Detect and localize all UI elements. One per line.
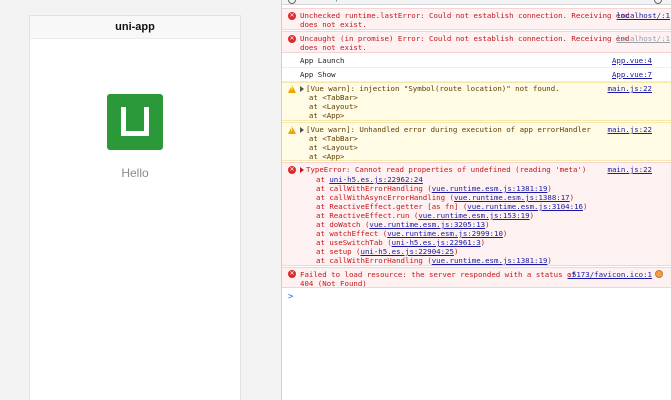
console-message-error: ✕ TypeError: Cannot read properties of u…: [282, 162, 671, 266]
source-link[interactable]: App.vue:4: [612, 56, 652, 65]
stack-frame-end: ): [485, 220, 490, 229]
stack-frame-function: at callWithAsyncErrorHandling (: [316, 193, 454, 202]
stack-frame: at uni-h5.es.js:22962:24: [316, 175, 423, 184]
stack-frame-link[interactable]: vue.runtime.esm.js:3104:16: [467, 202, 583, 211]
message-line: at <App>: [300, 111, 345, 120]
stack-frame: at setup (uni-h5.es.js:22904:25): [316, 247, 458, 256]
network-warning-icon[interactable]: [655, 270, 663, 278]
error-icon: ✕: [288, 166, 296, 174]
message-line: at <Layout>: [300, 102, 358, 111]
settings-gear-icon[interactable]: [654, 0, 662, 4]
phone-frame: uni-app Hello: [29, 15, 241, 400]
stack-frame-end: ): [502, 229, 508, 238]
console-message-log: App Show App.vue:7: [282, 68, 671, 82]
devtools-console: top ... ✕ Unchecked runtime.lastError: C…: [281, 0, 671, 400]
message-line: 404 (Not Found): [300, 279, 367, 288]
hello-text: Hello: [121, 166, 149, 180]
logo-u-shape: [121, 107, 149, 136]
stack-frame-function: at useSwitchTab (: [316, 238, 392, 247]
source-link[interactable]: localhost/:1: [617, 34, 670, 43]
message-line: Uncaught (in promise) Error: Could not e…: [300, 34, 630, 43]
console-message-error: ✕ Uncaught (in promise) Error: Could not…: [282, 31, 671, 53]
stack-frame-link[interactable]: vue.runtime.esm.js:1381:19: [432, 256, 548, 265]
message-line: does not exist.: [300, 43, 367, 52]
message-line: Failed to load resource: the server resp…: [300, 270, 576, 279]
stack-frame-link[interactable]: uni-h5.es.js:22904:25: [361, 247, 454, 256]
stack-frame-end: ): [480, 238, 486, 247]
stack-frame-end: ): [569, 193, 575, 202]
stack-frame-function: at ReactiveEffect.getter [as fn] (: [316, 202, 468, 211]
stack-frame: at callWithErrorHandling (vue.runtime.es…: [316, 256, 552, 265]
stack-frame-link[interactable]: vue.runtime.esm.js:1381:19: [432, 184, 548, 193]
message-line: does not exist.: [300, 20, 367, 29]
stack-frame-end: ): [547, 256, 552, 265]
stack-frame: at watchEffect (vue.runtime.esm.js:2999:…: [316, 229, 507, 238]
message-line: App Launch: [300, 56, 345, 65]
expand-triangle-icon[interactable]: [300, 167, 304, 173]
stack-frame-function: at ReactiveEffect.run (: [316, 211, 419, 220]
stack-frame-function: at setup (: [316, 247, 361, 256]
stack-frame: at ReactiveEffect.run (vue.runtime.esm.j…: [316, 211, 534, 220]
message-line: at <TabBar>: [300, 93, 358, 102]
stack-frame-function: at callWithErrorHandling (: [316, 184, 432, 193]
stack-frame: at useSwitchTab (uni-h5.es.js:22961:3): [316, 238, 485, 247]
stack-frame-end: ): [529, 211, 535, 220]
error-icon: ✕: [288, 12, 296, 20]
warning-icon: !: [288, 126, 296, 134]
nav-title: uni-app: [115, 21, 155, 33]
log-levels-dropdown[interactable]: ...: [532, 0, 538, 2]
stack-frame-function: at doWatch (: [316, 220, 370, 229]
stack-frame: at callWithAsyncErrorHandling (vue.runti…: [316, 193, 574, 202]
stack-frame-function: at watchEffect (: [316, 229, 388, 238]
source-link[interactable]: :5173/favicon.ico:1: [567, 270, 652, 279]
message-line: [Vue warn]: Unhandled error during execu…: [306, 125, 591, 134]
console-toolbar: top ...: [282, 0, 671, 5]
message-line: at <Layout>: [300, 143, 358, 152]
stack-frame-link[interactable]: vue.runtime.esm.js:3205:13: [369, 220, 485, 229]
message-line: Unchecked runtime.lastError: Could not e…: [300, 11, 630, 20]
console-message-warning: ! [Vue warn]: injection "Symbol(route lo…: [282, 82, 671, 121]
console-message-log: App Launch App.vue:4: [282, 54, 671, 68]
message-line: [Vue warn]: injection "Symbol(route loca…: [306, 84, 560, 93]
stack-frame-link[interactable]: vue.runtime.esm.js:153:19: [418, 211, 529, 220]
stack-frame-end: ): [453, 247, 459, 256]
stack-frame: at callWithErrorHandling (vue.runtime.es…: [316, 184, 552, 193]
preview-pane: uni-app Hello: [0, 0, 281, 400]
stack-frame-link[interactable]: uni-h5.es.js:22962:24: [329, 175, 422, 184]
stack-frame-link[interactable]: vue.runtime.esm.js:1388:17: [454, 193, 570, 202]
expand-triangle-icon[interactable]: [300, 86, 304, 92]
message-line: at <App>: [300, 152, 345, 161]
stack-frame-end: ): [583, 202, 588, 211]
error-icon: ✕: [288, 35, 296, 43]
console-message-error: ✕ Failed to load resource: the server re…: [282, 267, 671, 288]
stack-frame-link[interactable]: uni-h5.es.js:22961:3: [392, 238, 481, 247]
console-prompt[interactable]: >: [288, 292, 293, 302]
message-line: TypeError: Cannot read properties of und…: [306, 165, 587, 174]
stack-frame-function: at: [316, 175, 330, 184]
context-selector[interactable]: top: [330, 0, 340, 2]
uni-app-logo: [107, 94, 163, 150]
stack-frame-link[interactable]: vue.runtime.esm.js:2999:10: [387, 229, 503, 238]
stack-frame-end: ): [547, 184, 552, 193]
stack-frame: at ReactiveEffect.getter [as fn] (vue.ru…: [316, 202, 587, 211]
source-link[interactable]: main.js:22: [608, 165, 653, 174]
error-icon: ✕: [288, 270, 296, 278]
warning-icon: !: [288, 85, 296, 93]
nav-bar: uni-app: [30, 16, 240, 39]
source-link[interactable]: main.js:22: [608, 125, 653, 134]
message-line: at <TabBar>: [300, 134, 358, 143]
console-message-warning: ! [Vue warn]: Unhandled error during exe…: [282, 122, 671, 161]
source-link[interactable]: localhost/:1: [617, 11, 670, 20]
source-link[interactable]: App.vue:7: [612, 70, 652, 79]
source-link[interactable]: main.js:22: [608, 84, 653, 93]
message-line: App Show: [300, 70, 336, 79]
console-message-error: ✕ Unchecked runtime.lastError: Could not…: [282, 8, 671, 30]
stack-frame-function: at callWithErrorHandling (: [316, 256, 432, 265]
stack-frame: at doWatch (vue.runtime.esm.js:3205:13): [316, 220, 490, 229]
clear-console-icon[interactable]: [288, 0, 296, 4]
expand-triangle-icon[interactable]: [300, 127, 304, 133]
